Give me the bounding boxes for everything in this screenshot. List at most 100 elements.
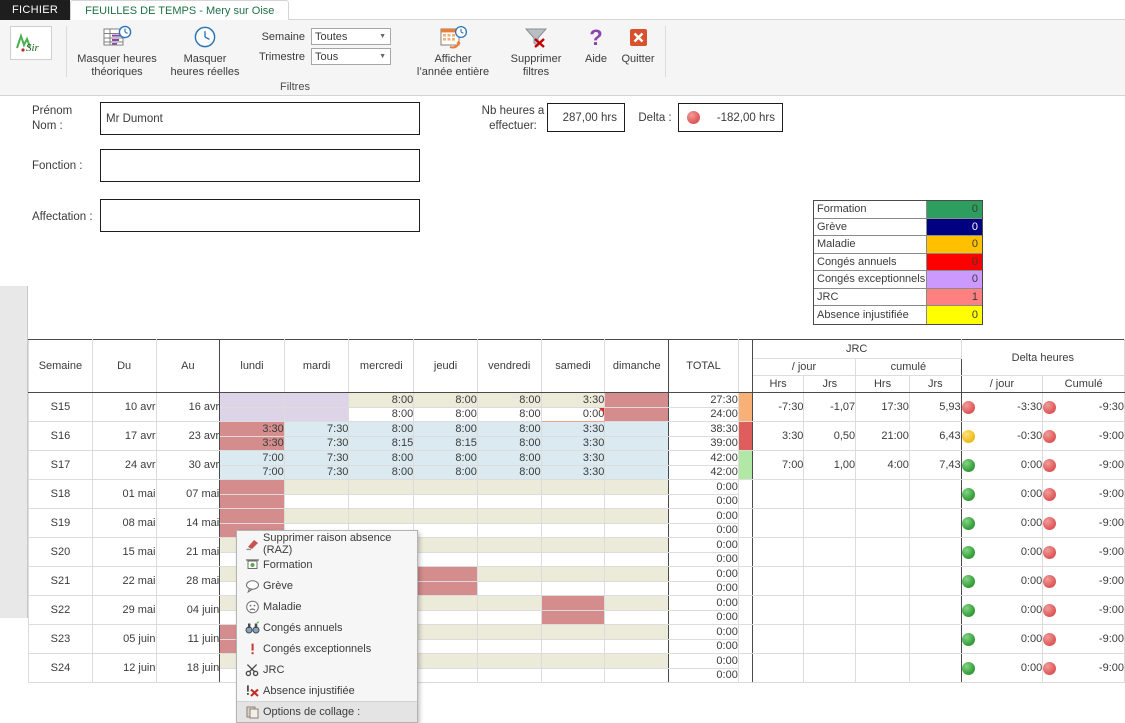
semaine-select[interactable]: Toutes ▼ xyxy=(311,28,391,45)
cell-heure-reelle[interactable]: 7:00 xyxy=(219,464,285,480)
col-header-mardi[interactable]: mardi xyxy=(283,339,350,393)
cell-jrc-cumule-hrs[interactable] xyxy=(855,479,910,509)
table-row[interactable]: S15 10 avr 16 avr 8:00 8:00 8:00 3:30 27:30 -7:3… xyxy=(28,392,1125,422)
cell-heure-reelle[interactable] xyxy=(604,406,670,422)
cell-heure-theorique[interactable] xyxy=(413,566,478,582)
table-row[interactable]: S16 17 avr 23 avr 3:30 7:30 8:00 8:00 8:00 3:30 3… xyxy=(28,421,1125,451)
cell-heure-theorique[interactable]: 8:00 xyxy=(348,450,415,466)
cell-heure-reelle[interactable] xyxy=(283,493,350,509)
cell-delta-par-jour[interactable]: 0:00 xyxy=(960,566,1044,596)
cell-heure-reelle[interactable] xyxy=(348,493,415,509)
cell-heure-theorique[interactable] xyxy=(283,508,350,524)
cell-semaine[interactable]: S20 xyxy=(28,537,93,567)
cell-jrc-jour-jrs[interactable]: 0,50 xyxy=(803,421,857,451)
cell-heure-reelle[interactable] xyxy=(604,667,670,683)
cell-heure-theorique[interactable]: 3:30 xyxy=(540,421,606,437)
cell-jrc-cumule-jrs[interactable]: 7,43 xyxy=(908,450,962,480)
cell-delta-cumule[interactable]: -9:00 xyxy=(1042,537,1125,567)
cell-delta-cumule[interactable]: -9:00 xyxy=(1042,595,1125,625)
cell-jrc-jour-jrs[interactable] xyxy=(803,508,857,538)
table-row[interactable]: S24 12 juin 18 juin 0:00 0:00 -9:00 xyxy=(28,653,1125,683)
cell-heure-theorique[interactable] xyxy=(413,508,478,524)
cell-total-reelle[interactable]: 0:00 xyxy=(668,609,739,625)
cell-heure-theorique[interactable]: 8:00 xyxy=(413,421,478,437)
cell-heure-reelle[interactable]: 8:00 xyxy=(413,464,478,480)
cell-jrc-cumule-hrs[interactable] xyxy=(855,537,910,567)
cell-status-swatch[interactable] xyxy=(737,479,753,509)
cell-status-swatch[interactable] xyxy=(737,653,753,683)
cell-total-reelle[interactable]: 0:00 xyxy=(668,493,739,509)
cell-heure-reelle[interactable] xyxy=(540,638,606,654)
cell-jrc-jour-hrs[interactable]: 3:30 xyxy=(751,421,805,451)
cell-heure-reelle[interactable] xyxy=(476,580,542,596)
cell-jrc-jour-jrs[interactable] xyxy=(803,479,857,509)
cell-au[interactable]: 21 mai xyxy=(155,537,221,567)
cell-delta-cumule[interactable]: -9:00 xyxy=(1042,479,1125,509)
cell-jrc-jour-jrs[interactable]: 1,00 xyxy=(803,450,857,480)
cell-delta-par-jour[interactable]: 0:00 xyxy=(960,537,1044,567)
cell-jrc-jour-hrs[interactable]: -7:30 xyxy=(751,392,805,422)
cell-du[interactable]: 24 avr xyxy=(91,450,157,480)
fonction-input[interactable] xyxy=(100,149,420,182)
cell-heure-reelle[interactable]: 3:30 xyxy=(540,435,606,451)
cell-heure-theorique[interactable] xyxy=(540,479,606,495)
cell-heure-reelle[interactable] xyxy=(413,638,478,654)
cell-heure-theorique[interactable] xyxy=(219,508,285,524)
cell-du[interactable]: 29 mai xyxy=(91,595,157,625)
cell-au[interactable]: 30 avr xyxy=(155,450,221,480)
aide-button[interactable]: ? Aide xyxy=(575,20,617,95)
cell-jrc-jour-jrs[interactable] xyxy=(803,595,857,625)
cell-jrc-cumule-jrs[interactable] xyxy=(908,595,962,625)
cell-heure-reelle[interactable] xyxy=(604,435,670,451)
cell-heure-theorique[interactable] xyxy=(476,508,542,524)
cell-heure-theorique[interactable] xyxy=(413,624,478,640)
cell-heure-theorique[interactable]: 8:00 xyxy=(348,421,415,437)
cell-heure-theorique[interactable] xyxy=(348,508,415,524)
cell-heure-reelle[interactable] xyxy=(604,551,670,567)
cell-heure-theorique[interactable] xyxy=(540,653,606,669)
cell-heure-reelle[interactable] xyxy=(604,464,670,480)
cell-jrc-jour-hrs[interactable] xyxy=(751,537,805,567)
cell-du[interactable]: 01 mai xyxy=(91,479,157,509)
context-menu-item-formation[interactable]: Formation xyxy=(237,554,417,575)
cell-heure-theorique[interactable]: 3:30 xyxy=(540,450,606,466)
cell-heure-reelle[interactable]: 8:00 xyxy=(413,406,478,422)
col-header-au[interactable]: Au xyxy=(155,339,221,393)
col-header-vendredi[interactable]: vendredi xyxy=(476,339,542,393)
cell-au[interactable]: 11 juin xyxy=(155,624,221,654)
app-logo-icon[interactable]: Sir xyxy=(10,26,52,60)
cell-delta-cumule[interactable]: -9:00 xyxy=(1042,450,1125,480)
cell-heure-theorique[interactable] xyxy=(219,392,285,408)
cell-heure-theorique[interactable] xyxy=(413,537,478,553)
cell-heure-reelle[interactable]: 8:00 xyxy=(348,464,415,480)
cell-heure-theorique[interactable] xyxy=(604,595,670,611)
table-row[interactable]: S20 15 mai 21 mai 0:00 0:00 -9:00 xyxy=(28,537,1125,567)
cell-jrc-jour-jrs[interactable] xyxy=(803,566,857,596)
cell-heure-theorique[interactable]: 8:00 xyxy=(413,450,478,466)
cell-jrc-cumule-hrs[interactable]: 21:00 xyxy=(855,421,910,451)
cell-heure-reelle[interactable] xyxy=(413,493,478,509)
cell-au[interactable]: 28 mai xyxy=(155,566,221,596)
cell-jrc-jour-hrs[interactable] xyxy=(751,479,805,509)
cell-jrc-cumule-jrs[interactable]: 6,43 xyxy=(908,421,962,451)
cell-heure-reelle[interactable] xyxy=(413,551,478,567)
cell-delta-par-jour[interactable]: -3:30 xyxy=(960,392,1044,422)
cell-heure-theorique[interactable] xyxy=(219,479,285,495)
col-header-total[interactable]: TOTAL xyxy=(668,339,739,393)
cell-delta-par-jour[interactable]: 0:00 xyxy=(960,595,1044,625)
cell-heure-theorique[interactable] xyxy=(283,392,350,408)
cell-semaine[interactable]: S16 xyxy=(28,421,93,451)
cell-status-swatch[interactable] xyxy=(737,595,753,625)
cell-total-reelle[interactable]: 0:00 xyxy=(668,551,739,567)
cell-heure-reelle[interactable] xyxy=(604,580,670,596)
cell-heure-theorique[interactable] xyxy=(604,421,670,437)
cell-au[interactable]: 23 avr xyxy=(155,421,221,451)
cell-heure-reelle[interactable] xyxy=(219,493,285,509)
cell-jrc-cumule-hrs[interactable] xyxy=(855,508,910,538)
cell-au[interactable]: 16 avr xyxy=(155,392,221,422)
cell-jrc-cumule-jrs[interactable] xyxy=(908,653,962,683)
cell-status-swatch[interactable] xyxy=(737,624,753,654)
col-header-samedi[interactable]: samedi xyxy=(540,339,606,393)
cell-delta-par-jour[interactable]: 0:00 xyxy=(960,479,1044,509)
context-menu-item-conges-annuels[interactable]: Congés annuels xyxy=(237,617,417,638)
